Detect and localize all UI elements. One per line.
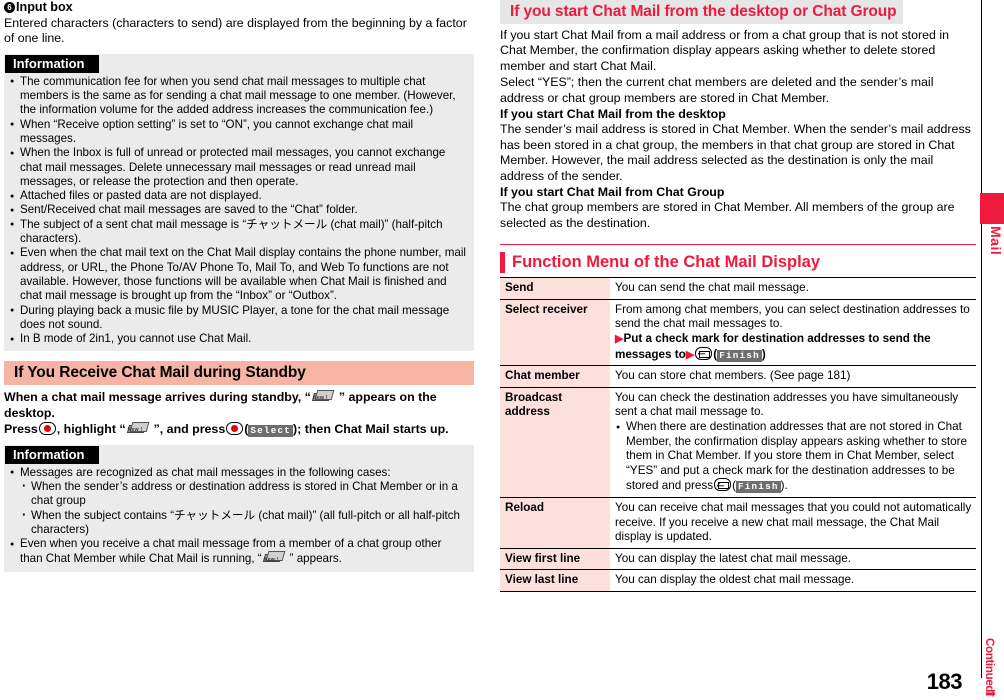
table-cell-value: You can check the destination addresses …	[610, 386, 976, 498]
list-item: Attached files or pasted data are not di…	[9, 189, 467, 204]
desktop-paragraph-2: Select “YES”; then the current chat memb…	[500, 75, 934, 105]
table-row: Broadcast address You can check the dest…	[500, 386, 976, 498]
table-cell-key: Reload	[500, 497, 610, 549]
chatgroup-subparagraph: The chat group members are stored in Cha…	[500, 200, 955, 230]
list-item-text-a: Even when you receive a chat mail messag…	[20, 537, 442, 566]
list-item-text: Messages are recognized as chat mail mes…	[20, 465, 391, 479]
information-sublist: When the sender’s address or destination…	[20, 479, 467, 538]
subheading-start-from-chatgroup: If you start Chat Mail from Chat Group	[500, 185, 725, 200]
table-cell-value: You can send the chat mail message.	[610, 277, 976, 300]
operation-step-text: Put a check mark for destination address…	[615, 332, 931, 361]
section-heading-standby: If You Receive Chat Mail during Standby	[4, 361, 474, 386]
list-item: The communication fee for when you send …	[9, 74, 467, 118]
list-item: Sent/Received chat mail messages are sav…	[9, 203, 467, 218]
bullet-text-b: ).	[780, 479, 788, 493]
function-menu-section: Function Menu of the Chat Mail Display	[500, 244, 976, 274]
left-column: 6 Input box Entered characters (character…	[4, 0, 474, 572]
table-cell-value: You can store chat members. (See page 18…	[610, 365, 976, 388]
input-box-heading: 6 Input box	[4, 0, 474, 15]
operation-step: ▶Put a check mark for destination addres…	[615, 332, 931, 362]
softkey-select: Select	[248, 425, 294, 438]
information-box-1: Information The communication fee for wh…	[4, 53, 474, 352]
information-title: Information	[5, 54, 99, 73]
manual-page: 6 Input box Entered characters (character…	[0, 0, 1004, 700]
table-cell-key: Chat member	[500, 365, 610, 388]
operation-step-tail: )	[761, 347, 766, 361]
list-item-text-b: ” appears.	[289, 552, 342, 566]
list-item: The subject of a sent chat mail message …	[9, 217, 467, 247]
mail-key-icon	[695, 346, 713, 360]
table-row: Reload You can receive chat mail message…	[500, 497, 976, 549]
right-column: If you start Chat Mail from the desktop …	[500, 0, 976, 592]
standby-instruction-line-2: Press, highlight “New !”, and press(Sele…	[4, 422, 449, 438]
table-cell-key: Send	[500, 277, 610, 300]
sub-list-item: When the sender’s address or destination…	[20, 479, 467, 509]
table-cell-value: You can display the oldest chat mail mes…	[610, 569, 976, 592]
list-item: When “Receive option setting” is set to …	[9, 117, 467, 147]
chat-mail-new-icon-label: New !	[127, 426, 143, 433]
continued-arrow-icon: ➡	[985, 686, 996, 700]
standby-line2-text-b: , highlight “	[56, 422, 126, 437]
table-cell-bullet: When there are destination addresses tha…	[615, 420, 973, 494]
information-box-2: Information Messages are recognized as c…	[4, 444, 474, 572]
chat-mail-new-icon: New !	[262, 551, 289, 566]
center-key-icon	[38, 422, 56, 436]
page-edge-rule	[981, 0, 982, 678]
softkey-finish: Finish	[735, 481, 781, 494]
input-box-heading-label: Input box	[16, 0, 73, 14]
table-cell-key: Select receiver	[500, 298, 610, 366]
list-item: Even when you receive a chat mail messag…	[9, 537, 467, 567]
table-cell-value: You can receive chat mail messages that …	[610, 497, 976, 549]
step-triangle-icon: ▶	[685, 348, 695, 361]
chat-mail-new-icon: New !	[311, 390, 338, 405]
table-row: View first line You can display the late…	[500, 547, 976, 570]
list-item: Messages are recognized as chat mail mes…	[9, 465, 467, 538]
list-item: In B mode of 2in1, you cannot use Chat M…	[9, 332, 467, 347]
information-list-2: Messages are recognized as chat mail mes…	[5, 465, 473, 567]
continued-label: Continued	[983, 637, 995, 692]
page-number: 183	[926, 669, 963, 694]
table-row: Select receiver From among chat members,…	[500, 298, 976, 366]
section-heading-desktop-chatgroup: If you start Chat Mail from the desktop …	[500, 0, 903, 24]
chat-mail-new-icon-label: New !	[312, 395, 328, 402]
standby-line1-text-a: When a chat mail message arrives during …	[4, 390, 311, 405]
list-item: Even when the chat mail text on the Chat…	[9, 246, 467, 303]
function-menu-table: Send You can send the chat mail message.…	[500, 277, 976, 592]
table-cell-key: View last line	[500, 569, 610, 592]
table-row: Chat member You can store chat members. …	[500, 365, 976, 388]
desktop-paragraph-1: If you start Chat Mail from a mail addre…	[500, 28, 950, 73]
table-cell-text: You can check the destination addresses …	[615, 390, 959, 419]
standby-instruction-line-1: When a chat mail message arrives during …	[4, 390, 474, 421]
table-cell-text: From among chat members, you can select …	[615, 302, 970, 331]
table-row: View last line You can display the oldes…	[500, 569, 976, 592]
desktop-subparagraph-1: The sender’s mail address is stored in C…	[500, 122, 971, 183]
standby-line2-text-d: ); then Chat Mail starts up.	[293, 422, 449, 437]
information-title: Information	[5, 445, 99, 464]
bullet-text-a: When there are destination addresses tha…	[626, 420, 968, 493]
step-number-badge: 6	[4, 2, 15, 13]
table-cell-key: View first line	[500, 547, 610, 570]
side-tab-marker	[980, 193, 1004, 224]
table-row: Send You can send the chat mail message.	[500, 277, 976, 300]
center-key-icon	[226, 422, 244, 436]
table-cell-value: From among chat members, you can select …	[610, 298, 976, 366]
mail-key-icon	[714, 478, 732, 492]
sub-list-item: When the subject contains “チャットメール (chat…	[20, 508, 467, 538]
standby-line2-text-a: Press	[4, 422, 38, 437]
table-cell-value: You can display the latest chat mail mes…	[610, 547, 976, 570]
list-item: When the Inbox is full of unread or prot…	[9, 146, 467, 189]
subheading-start-from-desktop: If you start Chat Mail from the desktop	[500, 107, 726, 122]
standby-line2-text-c: ”, and press	[153, 422, 226, 437]
table-cell-key: Broadcast address	[500, 386, 610, 498]
softkey-finish: Finish	[717, 349, 762, 362]
input-box-paragraph: Entered characters (characters to send) …	[4, 16, 467, 46]
function-menu-heading: Function Menu of the Chat Mail Display	[500, 251, 976, 274]
information-list-1: The communication fee for when you send …	[5, 74, 473, 347]
chat-mail-new-icon-label: New !	[263, 557, 279, 564]
chat-mail-new-icon: New !	[126, 422, 153, 437]
side-tab-label: Mail	[988, 226, 1004, 256]
list-item: During playing back a music file by MUSI…	[9, 303, 467, 333]
